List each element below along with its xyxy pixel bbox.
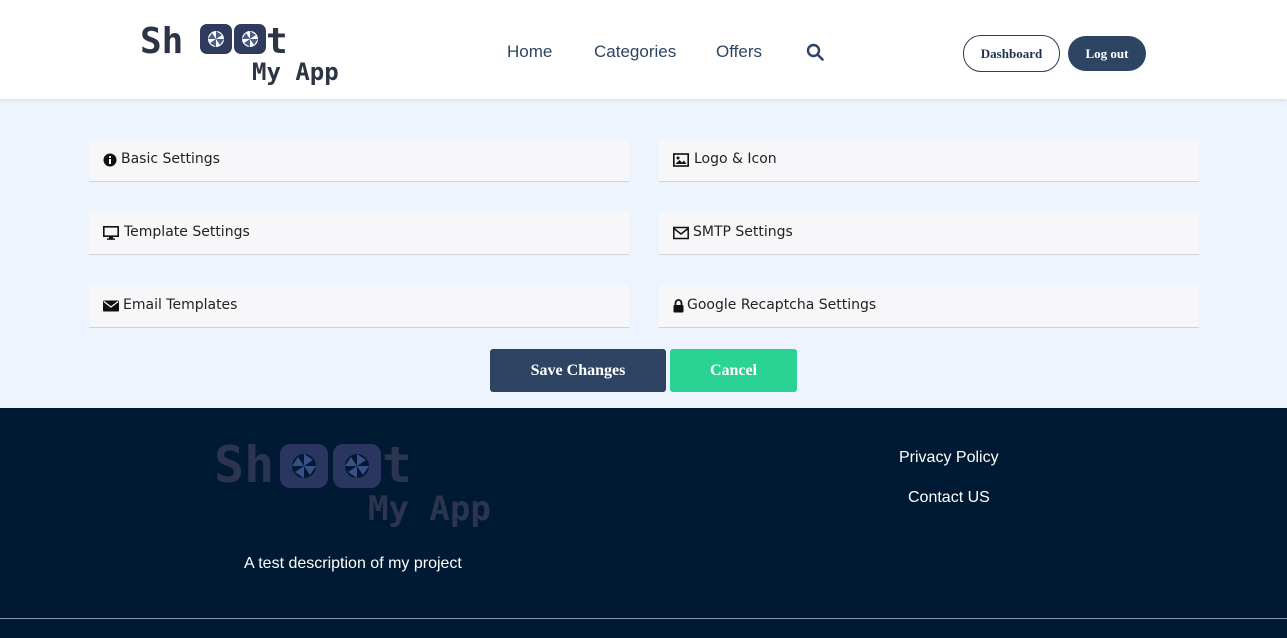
aperture-o-icon [200, 24, 232, 54]
logout-button[interactable]: Log out [1068, 36, 1146, 71]
footer-divider [0, 618, 1287, 619]
panel-smtp-settings[interactable]: SMTP Settings [659, 212, 1199, 255]
aperture-o-icon [333, 444, 381, 488]
footer-description: A test description of my project [244, 555, 462, 572]
panel-template-settings[interactable]: Template Settings [89, 212, 629, 255]
cancel-button[interactable]: Cancel [670, 349, 797, 392]
footer-logo-text-line1: Sh [214, 438, 274, 494]
footer-link-contact-us[interactable]: Contact US [908, 489, 990, 507]
aperture-o-icon [280, 444, 328, 488]
brand-logo[interactable]: Sh t My App [140, 20, 350, 90]
desktop-icon [103, 226, 119, 240]
lock-icon [673, 299, 684, 313]
nav-categories[interactable]: Categories [594, 42, 676, 62]
logo-text-line2: My App [252, 58, 339, 86]
panel-label: Email Templates [123, 297, 238, 313]
envelope-icon [103, 300, 119, 312]
search-icon[interactable] [806, 43, 824, 61]
panel-label: Google Recaptcha Settings [687, 297, 877, 313]
panel-basic-settings[interactable]: Basic Settings [89, 139, 629, 182]
logo-text-line1: Sh [140, 21, 183, 62]
save-changes-button[interactable]: Save Changes [490, 349, 666, 392]
footer-link-privacy-policy[interactable]: Privacy Policy [899, 449, 999, 467]
dashboard-button[interactable]: Dashboard [963, 35, 1060, 72]
panel-label: Basic Settings [121, 151, 220, 167]
nav-home[interactable]: Home [507, 42, 552, 62]
panel-label: Logo & Icon [694, 151, 777, 167]
aperture-o-icon [234, 24, 266, 54]
info-circle-icon [103, 153, 117, 167]
panel-label: SMTP Settings [693, 224, 793, 240]
footer-brand-logo[interactable]: Sh t My App [214, 438, 504, 528]
envelope-outline-icon [673, 226, 689, 240]
footer-logo-text-line1-end: t [382, 438, 412, 494]
site-footer: Sh t My App A test description of my pro… [0, 408, 1287, 638]
panel-label: Template Settings [124, 224, 250, 240]
footer-logo-text-line2: My App [368, 489, 491, 528]
image-icon [673, 153, 689, 167]
nav-offers[interactable]: Offers [716, 42, 762, 62]
panel-email-templates[interactable]: Email Templates [89, 285, 629, 328]
panel-logo-icon[interactable]: Logo & Icon [659, 139, 1199, 182]
panel-google-recaptcha-settings[interactable]: Google Recaptcha Settings [659, 285, 1199, 328]
logo-text-line1-end: t [266, 21, 288, 62]
site-header: Sh t My App Home Categories Offers Dashb… [0, 0, 1287, 99]
